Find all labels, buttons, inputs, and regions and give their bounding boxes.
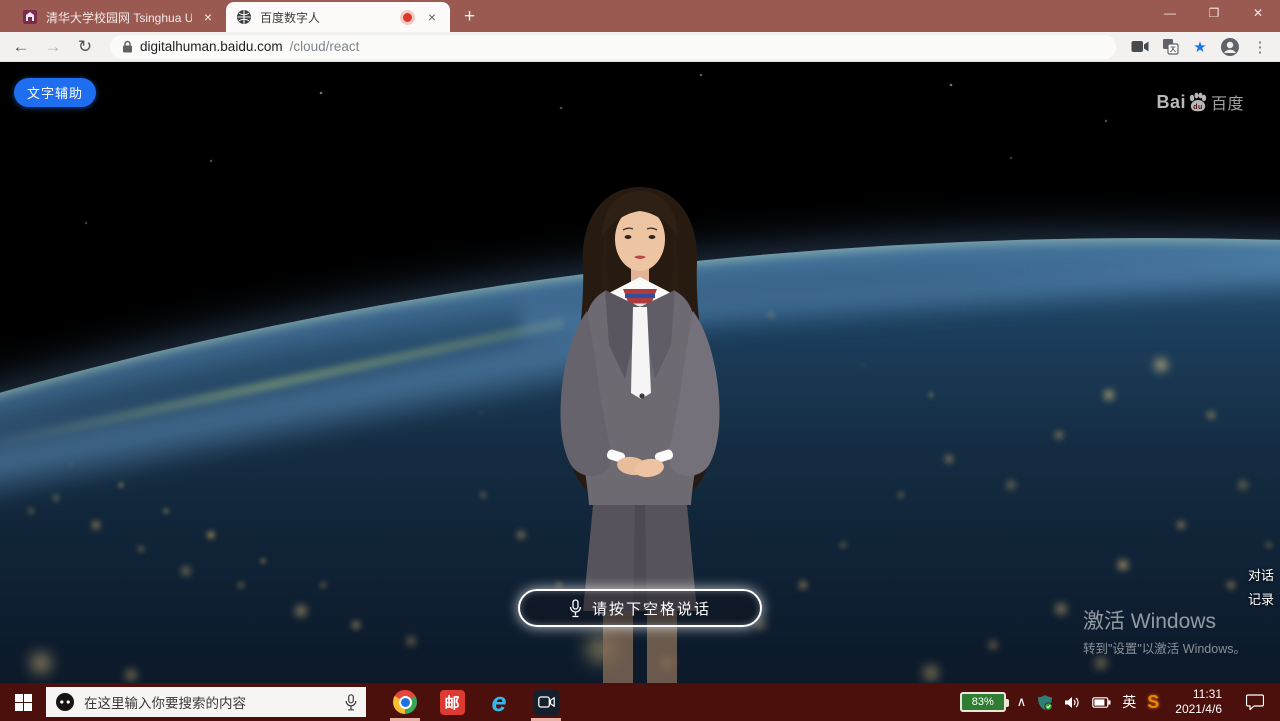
pinned-apps: 邮 e	[392, 683, 559, 721]
windows-activation-watermark: 激活 Windows 转到"设置"以激活 Windows。	[1083, 605, 1246, 657]
camera-app-taskbar-icon[interactable]	[533, 683, 559, 721]
browser-window: 清华大学校园网 Tsinghua Univ × 百度数字人 × + — ❐ ✕ …	[0, 0, 1280, 721]
defender-shield-icon[interactable]	[1037, 694, 1053, 711]
url-host: digitalhuman.baidu.com	[140, 39, 283, 54]
dialog-record-panel-tab[interactable]: 对话 记录	[1248, 564, 1274, 612]
sogou-input-icon[interactable]: S	[1147, 692, 1159, 713]
browser-titlebar: 清华大学校园网 Tsinghua Univ × 百度数字人 × + — ❐ ✕	[0, 0, 1280, 32]
record-label: 记录	[1248, 588, 1274, 612]
taskbar-clock[interactable]: 11:31 2021/4/6	[1170, 687, 1227, 717]
tab-digital-human[interactable]: 百度数字人 ×	[226, 2, 450, 32]
back-button[interactable]: ←	[8, 37, 34, 57]
ime-indicator[interactable]: 英	[1122, 692, 1136, 712]
close-button[interactable]: ✕	[1236, 0, 1280, 30]
new-tab-button[interactable]: +	[450, 6, 489, 32]
windows-taskbar: 在这里输入你要搜索的内容 邮 e 83%	[0, 683, 1280, 721]
mail-taskbar-icon[interactable]: 邮	[439, 683, 465, 721]
volume-icon[interactable]	[1064, 695, 1081, 710]
browser-menu-icon[interactable]: ⋮	[1248, 36, 1272, 58]
tab-tsinghua[interactable]: 清华大学校园网 Tsinghua Univ ×	[12, 2, 226, 32]
lock-icon	[122, 40, 133, 53]
baidu-logo-bai: Bai	[1156, 92, 1186, 113]
microphone-icon	[569, 599, 582, 618]
battery-percent-badge[interactable]: 83%	[960, 692, 1006, 712]
baidu-paw-icon: du	[1187, 92, 1209, 112]
restore-button[interactable]: ❐	[1192, 0, 1236, 30]
tab-close-icon[interactable]: ×	[200, 10, 216, 24]
text-assist-button[interactable]: 文字辅助	[14, 78, 96, 107]
screen-record-icon[interactable]	[1128, 36, 1152, 58]
bookmark-star-icon[interactable]: ★	[1188, 36, 1212, 58]
digital-human-stage: 文字辅助 Bai du 百度 请按下空格说话 对话 记录 激活 Windows …	[0, 62, 1280, 683]
window-controls: — ❐ ✕	[1148, 0, 1280, 30]
reload-button[interactable]: ↻	[72, 37, 98, 57]
mail-glyph: 邮	[440, 690, 465, 715]
tray-overflow-chevron-icon[interactable]: ∧	[1017, 694, 1027, 710]
system-tray: 83% ∧ 英 S 11:31 2021/4/6	[960, 687, 1280, 717]
translate-icon[interactable]	[1158, 36, 1182, 58]
internet-explorer-taskbar-icon[interactable]: e	[486, 683, 512, 721]
activation-title: 激活 Windows	[1083, 605, 1246, 635]
ie-glyph: e	[491, 690, 506, 715]
tab-title: 百度数字人	[260, 9, 395, 26]
address-bar[interactable]: digitalhuman.baidu.com/cloud/react	[110, 35, 1116, 59]
url-path: /cloud/react	[290, 39, 360, 54]
tsinghua-gate-favicon	[22, 9, 38, 25]
baidu-logo: Bai du 百度	[1156, 90, 1244, 114]
activation-subtitle: 转到"设置"以激活 Windows。	[1083, 638, 1246, 657]
browser-toolbar: ← → ↻ digitalhuman.baidu.com/cloud/react…	[0, 32, 1280, 62]
recording-indicator-icon	[403, 13, 412, 22]
forward-button[interactable]: →	[40, 37, 66, 57]
tab-close-icon[interactable]: ×	[424, 10, 440, 24]
globe-favicon	[236, 9, 252, 25]
search-placeholder: 在这里输入你要搜索的内容	[84, 692, 336, 712]
clock-date: 2021/4/6	[1175, 702, 1222, 717]
action-center-icon[interactable]	[1238, 694, 1272, 710]
taskbar-search-input[interactable]: 在这里输入你要搜索的内容	[46, 687, 366, 717]
minimize-button[interactable]: —	[1148, 0, 1192, 30]
tab-title: 清华大学校园网 Tsinghua Univ	[46, 9, 192, 26]
clock-time: 11:31	[1175, 687, 1222, 702]
push-to-talk-label: 请按下空格说话	[592, 598, 711, 619]
battery-tray-icon[interactable]	[1092, 697, 1111, 708]
profile-avatar[interactable]	[1218, 36, 1242, 58]
baidu-logo-cn: 百度	[1211, 90, 1244, 114]
push-to-talk-button[interactable]: 请按下空格说话	[518, 589, 762, 627]
svg-text:du: du	[1193, 104, 1203, 111]
cortana-icon	[55, 692, 75, 712]
city-lights	[0, 62, 2, 64]
search-microphone-icon[interactable]	[345, 694, 357, 711]
dialog-label: 对话	[1248, 564, 1274, 588]
chrome-taskbar-icon[interactable]	[392, 683, 418, 721]
start-button[interactable]	[0, 683, 46, 721]
